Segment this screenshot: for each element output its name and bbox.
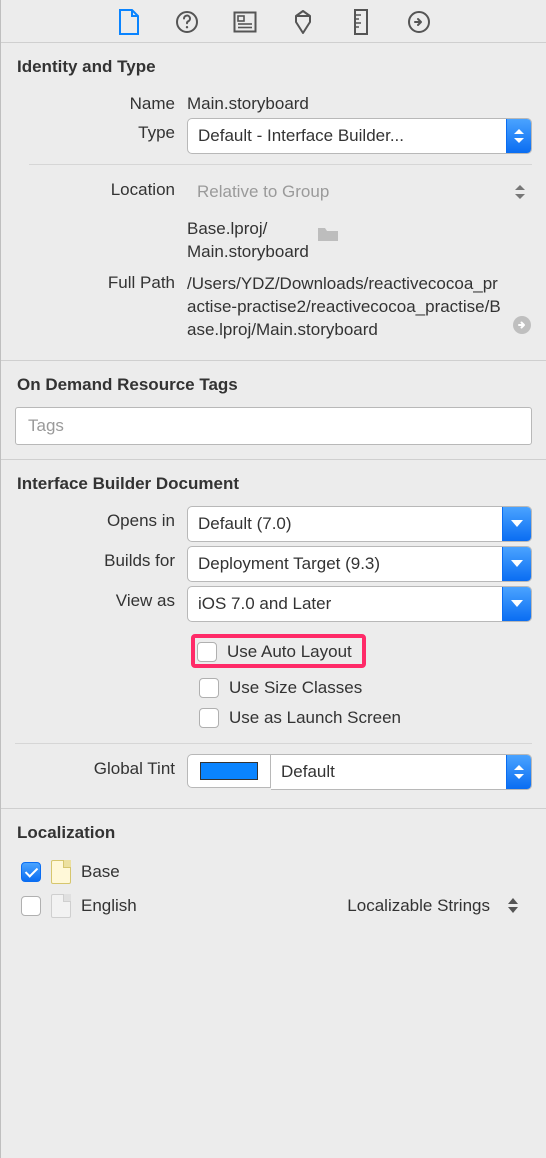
identity-section-title: Identity and Type	[17, 57, 532, 77]
loc-english-row: English Localizable Strings	[15, 889, 532, 923]
loc-base-checkbox[interactable]	[21, 862, 41, 882]
tags-field-wrapper	[15, 407, 532, 445]
reveal-in-finder-icon[interactable]	[512, 315, 532, 342]
attributes-inspector-tab[interactable]	[291, 10, 315, 34]
sizeclasses-row: Use Size Classes	[15, 673, 532, 703]
opens-in-row: Opens in Default (7.0)	[15, 506, 532, 542]
size-inspector-tab[interactable]	[349, 10, 373, 34]
location-path: Base.lproj/ Main.storyboard	[187, 213, 309, 264]
launchscreen-checkbox[interactable]	[199, 708, 219, 728]
file-inspector-tab[interactable]	[117, 10, 141, 34]
strings-file-icon	[51, 894, 71, 918]
loc-english-checkbox[interactable]	[21, 896, 41, 916]
odr-section-title: On Demand Resource Tags	[17, 375, 532, 395]
odr-section: On Demand Resource Tags	[1, 361, 546, 460]
view-as-value: iOS 7.0 and Later	[188, 594, 502, 614]
identity-inspector-tab[interactable]	[233, 10, 257, 34]
fullpath-label: Full Path	[15, 268, 187, 293]
opens-in-dropdown[interactable]: Default (7.0)	[187, 506, 532, 542]
fullpath-row: Full Path /Users/YDZ/Downloads/reactivec…	[15, 268, 532, 342]
sizeclasses-label: Use Size Classes	[229, 678, 362, 698]
global-tint-popup[interactable]: Default	[271, 754, 532, 790]
type-value: Default - Interface Builder...	[188, 126, 506, 146]
location-value: Relative to Group	[187, 182, 508, 202]
opens-in-label: Opens in	[15, 506, 187, 531]
separator	[15, 743, 532, 744]
view-as-label: View as	[15, 586, 187, 611]
global-tint-label: Global Tint	[15, 754, 187, 779]
location-row: Location Relative to Group	[15, 175, 532, 209]
launchscreen-row: Use as Launch Screen	[15, 703, 532, 733]
builds-for-value: Deployment Target (9.3)	[188, 554, 502, 574]
launchscreen-label: Use as Launch Screen	[229, 708, 401, 728]
chevron-down-icon	[502, 507, 531, 541]
updown-stepper-icon	[506, 755, 531, 789]
fullpath-value: /Users/YDZ/Downloads/reactivecocoa_pract…	[187, 273, 506, 342]
name-label: Name	[15, 89, 187, 114]
color-swatch-icon	[200, 762, 258, 780]
global-tint-colorwell[interactable]	[187, 754, 271, 788]
type-popup[interactable]: Default - Interface Builder...	[187, 118, 532, 154]
global-tint-value: Default	[271, 762, 506, 782]
builds-for-label: Builds for	[15, 546, 187, 571]
type-row: Type Default - Interface Builder...	[15, 118, 532, 154]
location-path-row: Base.lproj/ Main.storyboard	[15, 213, 532, 264]
name-value[interactable]: Main.storyboard	[187, 89, 532, 114]
localization-section: Localization Base English Localizable St…	[1, 809, 546, 937]
loc-base-label: Base	[81, 862, 120, 882]
builds-for-dropdown[interactable]: Deployment Target (9.3)	[187, 546, 532, 582]
ibdoc-section: Interface Builder Document Opens in Defa…	[1, 460, 546, 809]
location-label: Location	[15, 175, 187, 200]
autolayout-row: Use Auto Layout	[15, 626, 532, 673]
loc-english-type: Localizable Strings	[347, 896, 490, 916]
type-label: Type	[15, 118, 187, 143]
location-popup[interactable]: Relative to Group	[187, 175, 532, 209]
highlight-box: Use Auto Layout	[191, 634, 366, 668]
view-as-dropdown[interactable]: iOS 7.0 and Later	[187, 586, 532, 622]
localization-section-title: Localization	[17, 823, 532, 843]
choose-folder-icon[interactable]	[317, 225, 339, 248]
tags-field[interactable]	[26, 415, 521, 437]
storyboard-file-icon	[51, 860, 71, 884]
identity-and-type-section: Identity and Type Name Main.storyboard T…	[1, 43, 546, 361]
autolayout-label: Use Auto Layout	[227, 642, 352, 662]
sizeclasses-checkbox[interactable]	[199, 678, 219, 698]
chevron-down-icon	[502, 547, 531, 581]
connections-inspector-tab[interactable]	[407, 10, 431, 34]
loc-english-label: English	[81, 896, 137, 916]
view-as-row: View as iOS 7.0 and Later	[15, 586, 532, 622]
name-row: Name Main.storyboard	[15, 89, 532, 114]
loc-base-row: Base	[15, 855, 532, 889]
file-inspector-panel: Identity and Type Name Main.storyboard T…	[0, 0, 546, 1158]
builds-for-row: Builds for Deployment Target (9.3)	[15, 546, 532, 582]
opens-in-value: Default (7.0)	[188, 514, 502, 534]
inspector-tabbar	[1, 0, 546, 43]
autolayout-checkbox[interactable]	[197, 642, 217, 662]
ibdoc-section-title: Interface Builder Document	[17, 474, 532, 494]
updown-stepper-icon	[506, 119, 531, 153]
updown-stepper-icon	[508, 898, 518, 913]
quick-help-tab[interactable]	[175, 10, 199, 34]
separator	[29, 164, 532, 165]
updown-stepper-icon	[508, 175, 532, 209]
global-tint-row: Global Tint Default	[15, 754, 532, 790]
chevron-down-icon	[502, 587, 531, 621]
loc-english-type-popup[interactable]: Localizable Strings	[347, 896, 532, 916]
